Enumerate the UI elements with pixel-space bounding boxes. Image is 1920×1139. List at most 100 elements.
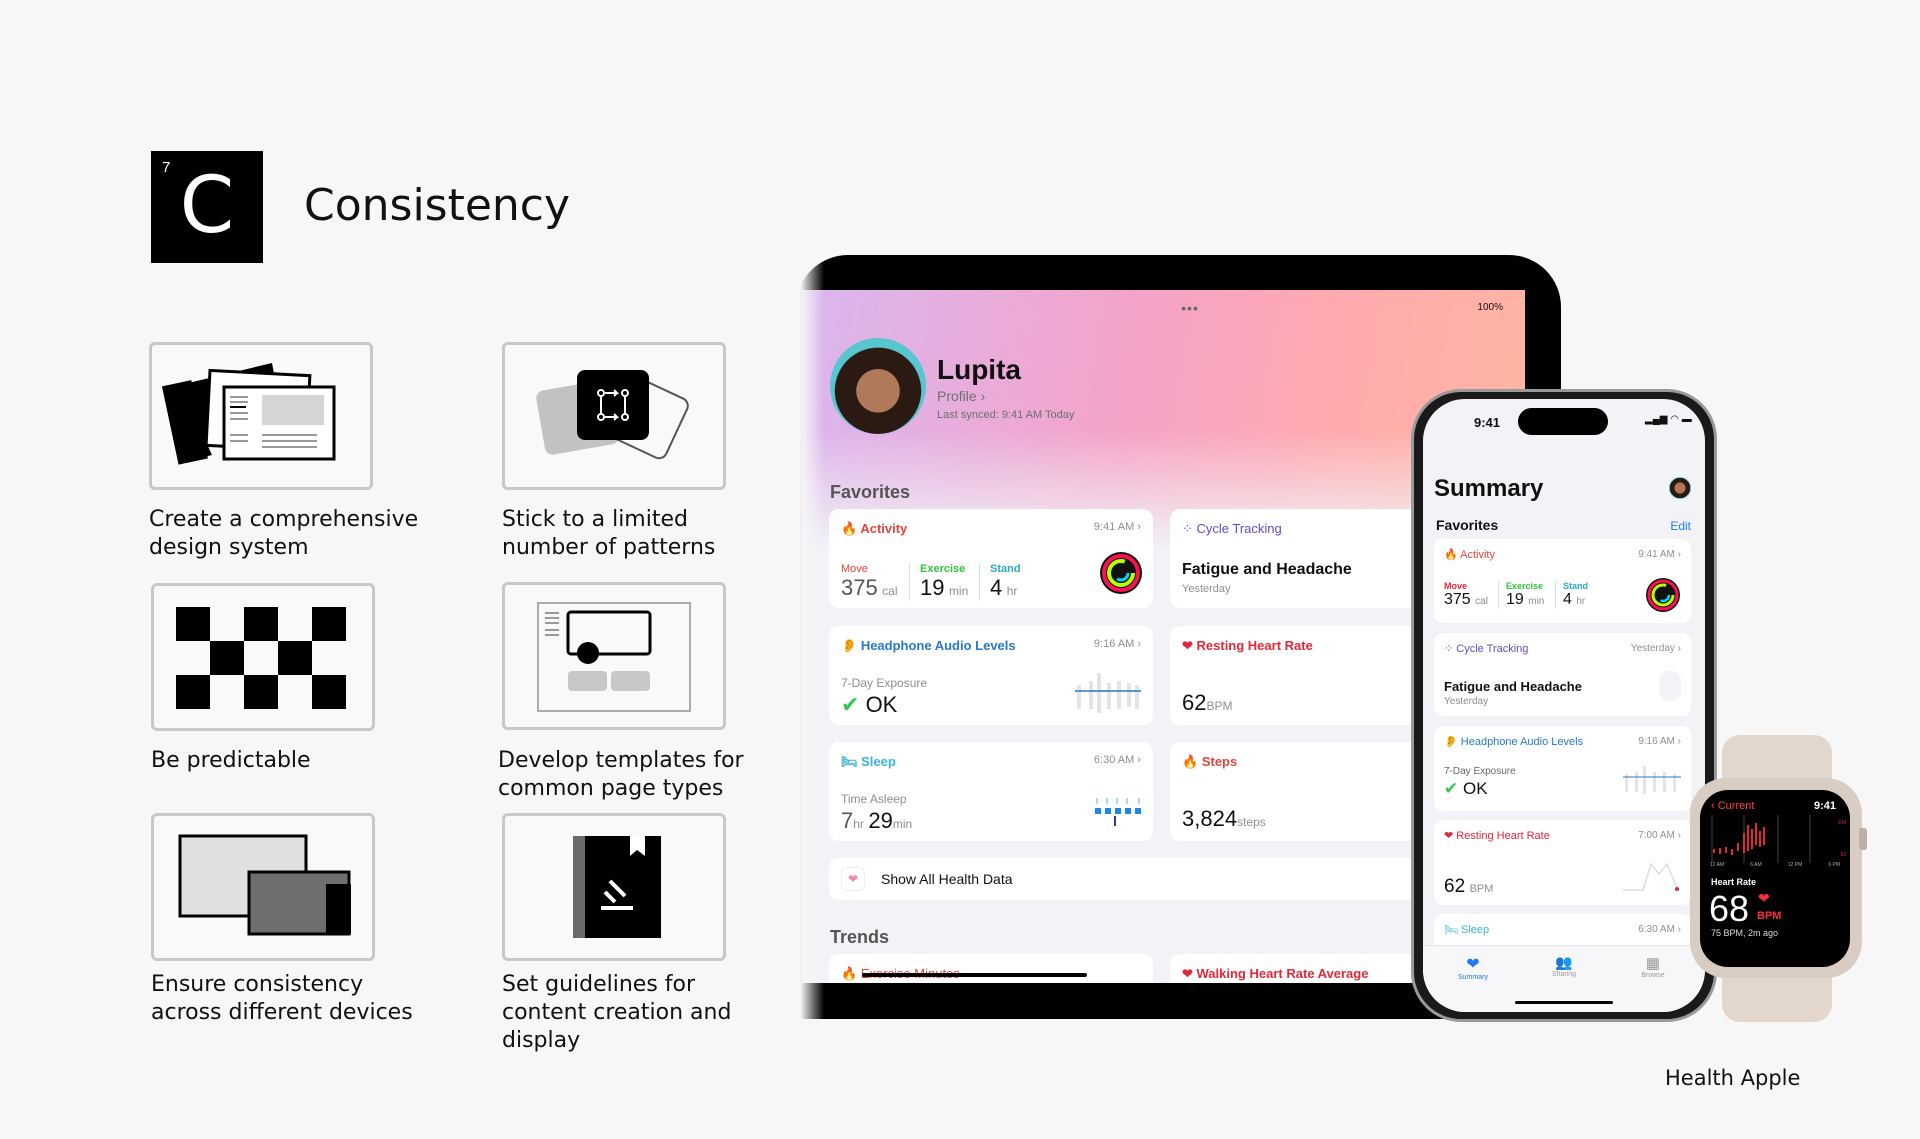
- headphone-title: 👂 Headphone Audio Levels: [1444, 736, 1584, 748]
- digital-crown[interactable]: [1859, 828, 1867, 850]
- activity-card[interactable]: 🔥 Activity 9:41 AM › Move 375 cal Exercis…: [829, 509, 1153, 608]
- headphone-card[interactable]: 👂 Headphone Audio Levels 9:16 AM › 7-Day…: [1434, 726, 1691, 811]
- battery-status: 100%: [1477, 302, 1503, 313]
- cycle-indicator: [1659, 671, 1681, 701]
- back-button[interactable]: ‹ Current: [1711, 800, 1754, 812]
- principle-label: Set guidelines for content creation and …: [502, 972, 732, 1053]
- principle-label: Stick to a limited number of patterns: [502, 507, 716, 560]
- sleep-label: Time Asleep: [841, 792, 907, 806]
- tab-label: Sharing: [1551, 971, 1577, 978]
- heart-rate-sparkline: [1623, 862, 1679, 891]
- heart-rate-sub: 75 BPM, 2m ago: [1711, 928, 1779, 938]
- favorites-heading: Favorites: [830, 482, 911, 502]
- iphone-screen: 9:41 ▂▄▆ ◠ ▬ Summary Favorites Edit 🔥 Ac…: [1423, 399, 1705, 1012]
- headphone-time: 9:16 AM ›: [1638, 736, 1681, 747]
- resting-heart-card[interactable]: ❤ Resting Heart Rate 7:00 AM › 62 BPM: [1434, 820, 1691, 905]
- health-app-icon: ❤: [841, 867, 865, 891]
- status-time: 9:41: [1474, 415, 1501, 430]
- principle-label: Ensure consistency across different devi…: [151, 972, 413, 1025]
- headphone-value: ✔ OK: [841, 692, 898, 717]
- resting-title: ❤ Resting Heart Rate: [1444, 830, 1550, 842]
- summary-title: Summary: [1434, 475, 1544, 502]
- headphone-time: 9:16 AM ›: [1093, 638, 1141, 650]
- edit-button[interactable]: Edit: [1670, 519, 1691, 533]
- activity-title: 🔥 Activity: [1444, 549, 1495, 561]
- cycle-value: Fatigue and Headache: [1182, 561, 1352, 578]
- avatar[interactable]: [830, 338, 926, 434]
- sleep-card[interactable]: 🛏 Sleep 6:30 AM › Time Asleep 7hr 29min: [829, 742, 1153, 841]
- resting-value: 62 BPM: [1444, 876, 1494, 897]
- tab-sharing[interactable]: 👥 Sharing: [1524, 954, 1604, 978]
- principle-label: Create a comprehensive design system: [149, 507, 419, 560]
- multi-device-icon: [151, 813, 375, 961]
- activity-time: 9:41 AM ›: [1638, 549, 1681, 560]
- exposure-chart: [1075, 673, 1141, 713]
- principle-label: Develop templates for common page types: [498, 748, 744, 801]
- multitask-dots-icon[interactable]: •••: [840, 300, 1525, 316]
- headphone-title: 👂 Headphone Audio Levels: [841, 638, 1016, 653]
- sleep-title: 🛏 Sleep: [1444, 924, 1490, 936]
- last-synced: Last synced: 9:41 AM Today: [937, 409, 1075, 421]
- cycle-value: Fatigue and Headache: [1444, 679, 1582, 694]
- heart-rate-value: 68: [1709, 888, 1750, 929]
- activity-card[interactable]: 🔥 Activity 9:41 AM › Move 375 cal Exercis…: [1434, 539, 1691, 623]
- people-icon: 👥: [1555, 954, 1573, 970]
- tab-browse[interactable]: ▦ Browse: [1613, 954, 1693, 979]
- exercise-stat: Exercise 19 min: [1498, 581, 1544, 609]
- activity-title: 🔥 Activity: [841, 521, 908, 536]
- heart-icon: ❤: [1466, 956, 1480, 973]
- exercise-stat: Exercise 19 min: [909, 563, 968, 601]
- logo-letter: C: [179, 161, 235, 251]
- layered-documents-icon: [149, 342, 373, 490]
- profile-link[interactable]: Profile ›: [937, 388, 985, 404]
- principle-logo: 7 C: [151, 151, 263, 263]
- stand-stat: Stand 4 hr: [1555, 581, 1588, 609]
- cycle-title: ⁘ Cycle Tracking: [1444, 643, 1529, 655]
- headphone-value: ✔ OK: [1444, 779, 1488, 798]
- image-credit: Health Apple: [1665, 1066, 1801, 1090]
- stand-stat: Stand 4 hr: [979, 563, 1021, 601]
- cycle-time: Yesterday ›: [1630, 643, 1681, 654]
- tab-label: Summary: [1458, 974, 1488, 981]
- favorites-heading: Favorites: [1436, 517, 1499, 533]
- tab-label: Browse: [1641, 972, 1665, 979]
- home-indicator[interactable]: [1515, 1001, 1613, 1004]
- home-indicator[interactable]: [862, 973, 1087, 977]
- activity-time: 9:41 AM ›: [1093, 521, 1141, 533]
- cycle-tracking-card[interactable]: ⁘ Cycle Tracking Yesterday › Fatigue and…: [1434, 633, 1691, 716]
- activity-rings-icon: [1646, 578, 1680, 612]
- steps-value: 3,824steps: [1182, 806, 1266, 831]
- steps-title: 🔥 Steps: [1182, 754, 1238, 769]
- headphone-card[interactable]: 👂 Headphone Audio Levels 9:16 AM › 7-Day…: [829, 626, 1153, 725]
- grid-icon: ▦: [1645, 955, 1661, 972]
- exercise-minutes-card[interactable]: 🔥 Exercise Minutes: [829, 954, 1153, 983]
- headphone-label: 7-Day Exposure: [841, 676, 928, 690]
- move-stat: Move 375 cal: [841, 563, 898, 600]
- show-all-label: Show All Health Data: [881, 871, 1013, 887]
- watch-screen: ‹ Current 9:41 12 AM 6 AM 12 PM 6 PM 104 52…: [1700, 790, 1850, 967]
- tab-bar: ❤ Summary 👥 Sharing ▦ Browse: [1423, 945, 1705, 1012]
- move-stat: Move 375 cal: [1444, 581, 1488, 608]
- trend-title: ❤ Walking Heart Rate Average: [1182, 966, 1369, 981]
- resting-time: 7:00 AM ›: [1638, 830, 1681, 841]
- sleep-time: 6:30 AM ›: [1638, 924, 1681, 935]
- watch-time: 9:41: [1813, 800, 1836, 812]
- sleep-time: 6:30 AM ›: [1093, 754, 1141, 766]
- page-title: Consistency: [304, 180, 571, 231]
- activity-rings-icon: [1100, 552, 1142, 594]
- guideline-book-icon: [502, 813, 726, 961]
- resting-value: 62BPM: [1182, 690, 1233, 715]
- page-template-icon: [502, 582, 726, 730]
- sleep-value: 7hr 29min: [841, 808, 913, 833]
- y-min: 52: [1840, 852, 1846, 858]
- exposure-chart: [1623, 766, 1681, 794]
- headphone-label: 7-Day Exposure: [1444, 766, 1516, 777]
- checkerboard-icon: [151, 583, 375, 731]
- resting-title: ❤ Resting Heart Rate: [1182, 638, 1313, 653]
- heart-rate-label: Heart Rate: [1711, 877, 1757, 887]
- profile-name: Lupita: [937, 354, 1021, 385]
- sleep-title: 🛏 Sleep: [841, 754, 896, 769]
- pattern-cards-icon: [502, 342, 726, 490]
- avatar[interactable]: [1669, 477, 1691, 499]
- tab-summary[interactable]: ❤ Summary: [1433, 954, 1513, 981]
